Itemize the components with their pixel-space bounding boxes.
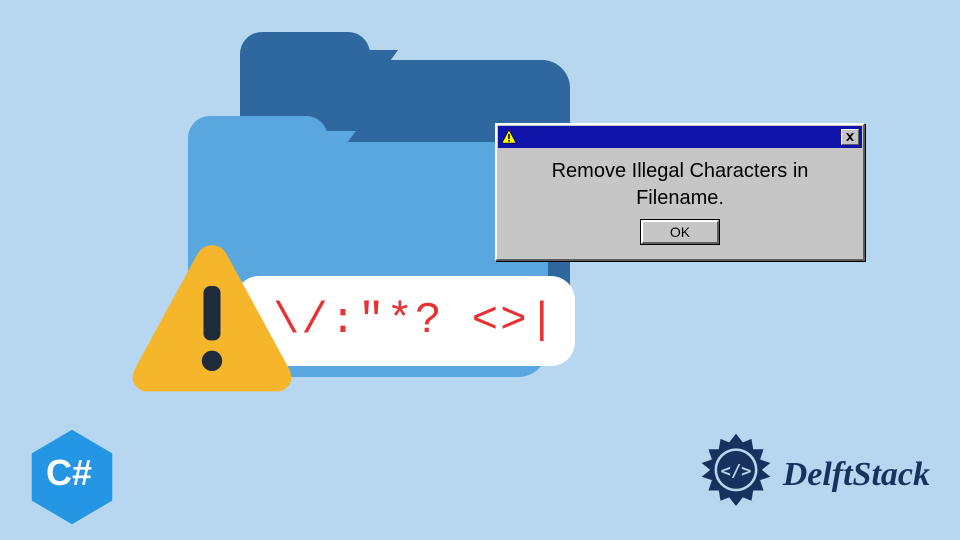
- brand-name: DelftStack: [783, 456, 930, 494]
- svg-text:</>: </>: [720, 462, 751, 482]
- close-button[interactable]: [841, 129, 859, 145]
- warning-icon: [127, 235, 297, 405]
- dialog-message-line1: Remove Illegal Characters in: [552, 160, 809, 182]
- dialog-message-line2: Filename.: [636, 187, 724, 209]
- brand-logo: </> DelftStack: [693, 432, 930, 518]
- illegal-chars-text: \/:"*? <>|: [253, 296, 557, 346]
- dialog-titlebar: [498, 126, 862, 148]
- csharp-label: C#: [46, 452, 92, 494]
- dialog-message: Remove Illegal Characters in Filename.: [510, 158, 850, 212]
- dialog-body: Remove Illegal Characters in Filename. O…: [498, 148, 862, 258]
- ok-button[interactable]: OK: [641, 220, 719, 244]
- dialog-warning-icon: [501, 129, 517, 145]
- error-dialog: Remove Illegal Characters in Filename. O…: [495, 123, 865, 261]
- brand-mark-icon: </>: [693, 432, 779, 518]
